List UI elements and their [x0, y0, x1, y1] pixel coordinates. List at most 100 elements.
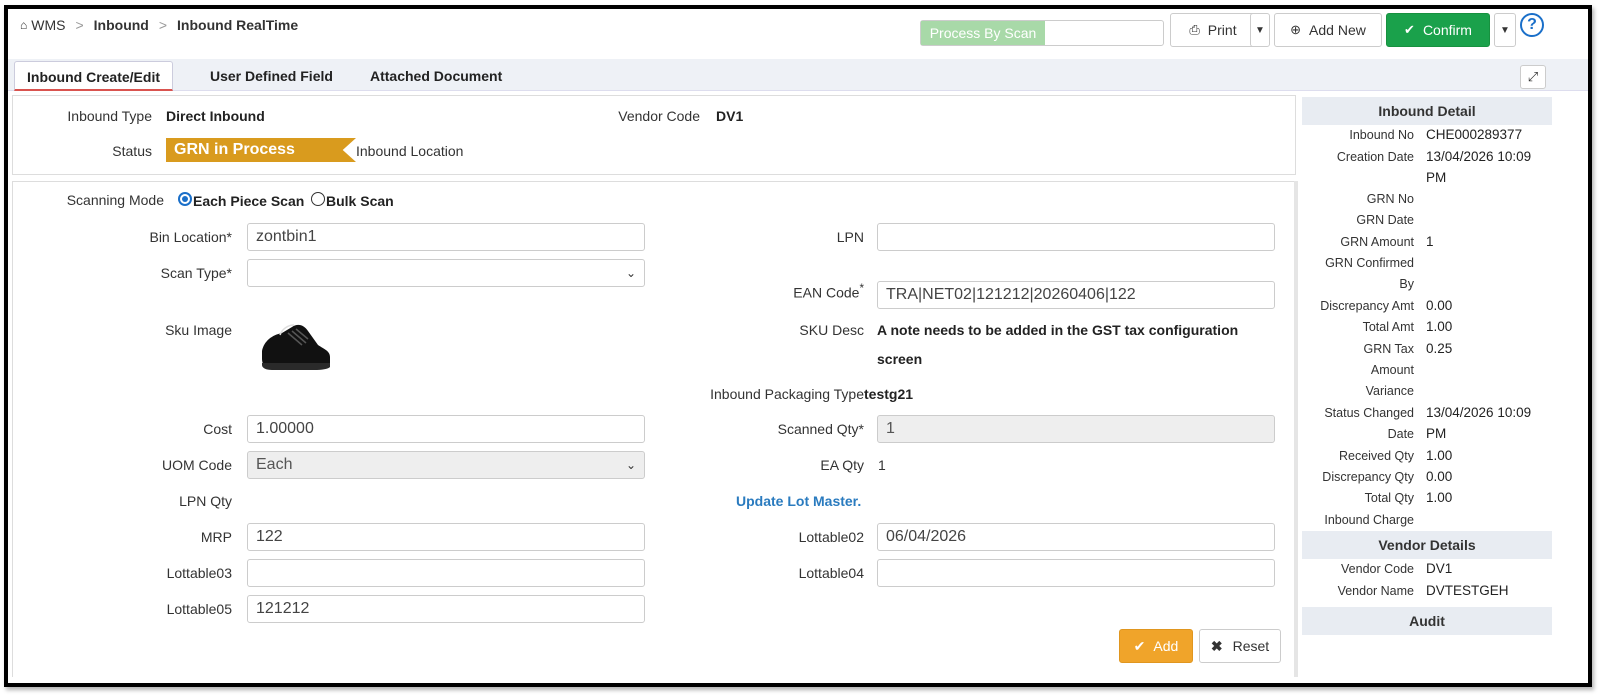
ean-code-label: EAN Code* — [768, 282, 864, 301]
tab-user-defined-field[interactable]: User Defined Field — [198, 61, 345, 91]
inbound-type-label: Inbound Type — [67, 108, 152, 124]
top-bar: ⌂ WMS > Inbound > Inbound RealTime Proce… — [8, 9, 1588, 59]
each-piece-scan-label[interactable]: Each Piece Scan — [193, 193, 304, 209]
sku-desc-label: SKU Desc — [799, 322, 864, 338]
inbound-charge-label: Inbound Charge — [1324, 513, 1414, 527]
uom-code-value: Each — [256, 456, 293, 473]
inbound-no-value: CHE000289377 — [1426, 127, 1523, 142]
printer-icon: ⎙ — [1189, 22, 1200, 37]
add-new-button[interactable]: ⊕ Add New — [1274, 13, 1382, 47]
print-dropdown-button[interactable]: ▼ — [1250, 13, 1270, 47]
status-label: Status — [112, 143, 152, 159]
required-marker: * — [859, 282, 864, 295]
inbound-header-panel — [12, 95, 1296, 175]
inbound-no-label: Inbound No — [1349, 128, 1414, 142]
lottable05-label: Lottable05 — [166, 601, 232, 617]
vendor-code-label: Vendor Code — [618, 108, 700, 124]
grn-amount-label: GRN Amount — [1340, 235, 1414, 249]
grn-tax-label: GRN Tax — [1363, 342, 1414, 356]
status-changed-label-cont: Date — [1387, 427, 1414, 441]
app-window: ⌂ WMS > Inbound > Inbound RealTime Proce… — [4, 5, 1592, 687]
tab-inbound-create-edit[interactable]: Inbound Create/Edit — [14, 61, 173, 91]
caret-down-icon: ▼ — [1255, 24, 1265, 36]
cost-label: Cost — [203, 421, 232, 437]
add-button[interactable]: ✔ Add — [1119, 629, 1193, 663]
total-amt-value: 1.00 — [1426, 319, 1453, 334]
confirm-label: Confirm — [1422, 22, 1472, 38]
grn-no-label: GRN No — [1366, 192, 1414, 206]
reset-button-label: Reset — [1232, 638, 1270, 654]
creation-date-value-cont: PM — [1426, 170, 1447, 185]
add-button-label: Add — [1153, 638, 1179, 654]
inbound-detail-sidebar: Inbound Detail Inbound No CHE000289377 C… — [1302, 95, 1552, 681]
cost-input[interactable]: 1.00000 — [247, 415, 645, 443]
breadcrumb-page: Inbound RealTime — [177, 17, 299, 33]
lottable05-input[interactable]: 121212 — [247, 595, 645, 623]
inbound-location-label: Inbound Location — [356, 143, 464, 159]
grn-amount-value: 1 — [1426, 234, 1434, 249]
chevron-down-icon: ⌄ — [625, 458, 636, 472]
ea-qty-label: EA Qty — [820, 457, 864, 473]
grn-date-label: GRN Date — [1356, 213, 1414, 227]
lpn-input[interactable] — [877, 223, 1275, 251]
lottable04-label: Lottable04 — [798, 565, 864, 581]
scanned-qty-input[interactable]: 1 — [877, 415, 1275, 443]
scanned-qty-label: Scanned Qty* — [777, 421, 864, 437]
mrp-input[interactable]: 122 — [247, 523, 645, 551]
shoe-image — [262, 324, 330, 370]
close-icon: ✖ — [1210, 637, 1223, 654]
sku-desc-line1: A note needs to be added in the GST tax … — [877, 322, 1239, 338]
uom-code-select[interactable]: Each ⌄ — [247, 451, 645, 479]
print-button[interactable]: ⎙ Print — [1170, 13, 1256, 47]
tab-bar: Inbound Create/Edit User Defined Field A… — [8, 59, 1588, 91]
discrepancy-qty-label: Discrepancy Qty — [1322, 470, 1414, 484]
process-by-scan-field[interactable]: Process By Scan — [920, 20, 1164, 46]
total-amt-label: Total Amt — [1362, 320, 1414, 334]
process-by-scan-label: Process By Scan — [921, 21, 1045, 45]
scrollbar[interactable] — [1294, 181, 1298, 677]
discrepancy-amt-label: Discrepancy Amt — [1320, 299, 1414, 313]
lottable03-input[interactable] — [247, 559, 645, 587]
grn-confirmed-label-cont: By — [1399, 277, 1414, 291]
confirm-button[interactable]: ✔ Confirm — [1386, 13, 1490, 47]
help-icon[interactable]: ? — [1520, 13, 1544, 37]
reset-button[interactable]: ✖ Reset — [1199, 629, 1281, 663]
tab-attached-document[interactable]: Attached Document — [358, 61, 514, 91]
status-changed-value: 13/04/2026 10:09 — [1426, 405, 1532, 420]
update-lot-master-link[interactable]: Update Lot Master. — [736, 493, 861, 509]
each-piece-scan-radio[interactable] — [178, 192, 192, 206]
vendor-code-value: DV1 — [716, 108, 744, 124]
discrepancy-qty-value: 0.00 — [1426, 469, 1453, 484]
home-icon[interactable]: ⌂ — [20, 18, 27, 32]
bin-location-input[interactable]: zontbin1 — [247, 223, 645, 251]
lottable03-label: Lottable03 — [166, 565, 232, 581]
check-icon: ✔ — [1404, 22, 1415, 37]
breadcrumb-section[interactable]: Inbound — [94, 17, 149, 33]
lottable02-input[interactable]: 06/04/2026 — [877, 523, 1275, 551]
bulk-scan-label[interactable]: Bulk Scan — [326, 193, 394, 209]
breadcrumb: ⌂ WMS > Inbound > Inbound RealTime — [20, 17, 298, 33]
add-new-label: Add New — [1309, 22, 1366, 38]
vendor-code-value: DV1 — [1426, 561, 1453, 576]
variance-label: Variance — [1365, 384, 1414, 398]
breadcrumb-root[interactable]: WMS — [31, 17, 65, 33]
ean-code-label-text: EAN Code — [793, 284, 860, 301]
lottable04-input[interactable] — [877, 559, 1275, 587]
scan-type-select[interactable]: ⌄ — [247, 259, 645, 287]
grn-confirmed-label: GRN Confirmed — [1325, 256, 1414, 270]
bulk-scan-radio[interactable] — [311, 192, 325, 206]
caret-down-icon: ▼ — [1500, 24, 1510, 36]
vendor-code-label: Vendor Code — [1341, 562, 1414, 576]
more-actions-dropdown[interactable]: ▼ — [1494, 13, 1516, 47]
mrp-label: MRP — [200, 529, 232, 545]
check-icon: ✔ — [1133, 637, 1146, 654]
grn-tax-value: 0.25 — [1426, 341, 1453, 356]
expand-icon[interactable]: ⤢ — [1520, 65, 1546, 89]
ean-code-input[interactable]: TRA|NET02|121212|20260406|122 — [877, 281, 1275, 309]
inbound-detail-header[interactable]: Inbound Detail — [1302, 97, 1552, 125]
uom-code-label: UOM Code — [161, 457, 232, 473]
vendor-details-header[interactable]: Vendor Details — [1302, 531, 1552, 559]
total-qty-label: Total Qty — [1364, 491, 1414, 505]
scanning-mode-label: Scanning Mode — [66, 192, 164, 208]
audit-header[interactable]: Audit — [1302, 607, 1552, 635]
